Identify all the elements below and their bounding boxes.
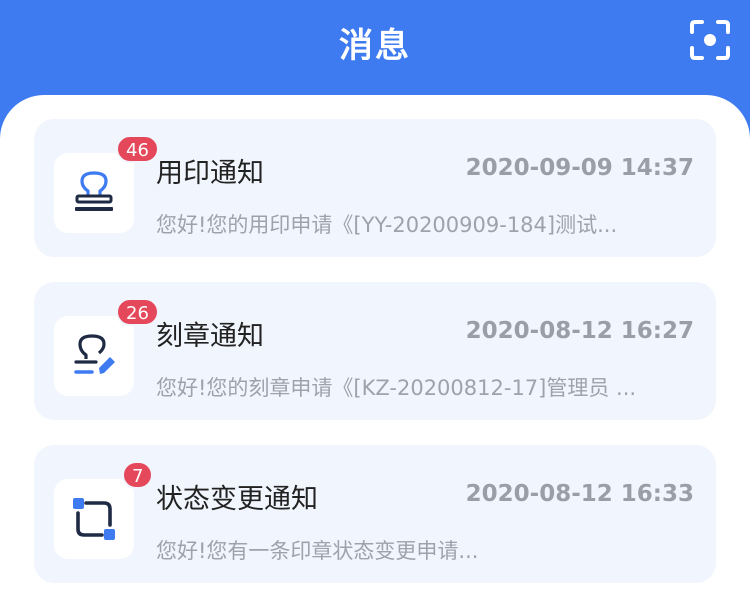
message-time: 2020-08-12 16:27: [465, 318, 694, 344]
page-title: 消息: [339, 26, 411, 66]
message-time: 2020-09-09 14:37: [465, 155, 694, 181]
unread-count-badge: 46: [116, 135, 159, 163]
message-card-status-change[interactable]: 7 状态变更通知 2020-08-12 16:33 您好!您有一条印章状态变更申…: [34, 445, 716, 583]
stamp-icon: [75, 171, 113, 211]
status-change-icon: [73, 498, 115, 540]
message-time: 2020-08-12 16:33: [465, 481, 694, 507]
message-title: 用印通知: [156, 158, 264, 189]
header-bar: 消息: [0, 0, 750, 110]
scan-button[interactable]: [688, 18, 732, 62]
message-list: 46 用印通知 2020-09-09 14:37 您好!您的用印申请《[YY-2…: [0, 95, 750, 615]
message-preview: 您好!您有一条印章状态变更申请...: [156, 539, 479, 563]
message-preview: 您好!您的用印申请《[YY-20200909-184]测试...: [156, 213, 618, 237]
message-card-seal-engrave[interactable]: 26 刻章通知 2020-08-12 16:27 您好!您的刻章申请《[KZ-2…: [34, 282, 716, 420]
stamp-edit-icon: [74, 334, 115, 374]
message-icon-box: [54, 479, 134, 559]
message-preview: 您好!您的刻章申请《[KZ-20200812-17]管理员 ...: [156, 376, 637, 400]
message-icon-box: [54, 316, 134, 396]
unread-count-badge: 7: [122, 461, 154, 489]
message-icon-box: [54, 153, 134, 233]
message-title: 状态变更通知: [156, 484, 318, 515]
message-title: 刻章通知: [156, 321, 264, 352]
scan-icon: [690, 20, 730, 60]
unread-count-badge: 26: [116, 298, 159, 326]
message-card-seal-use[interactable]: 46 用印通知 2020-09-09 14:37 您好!您的用印申请《[YY-2…: [34, 119, 716, 257]
